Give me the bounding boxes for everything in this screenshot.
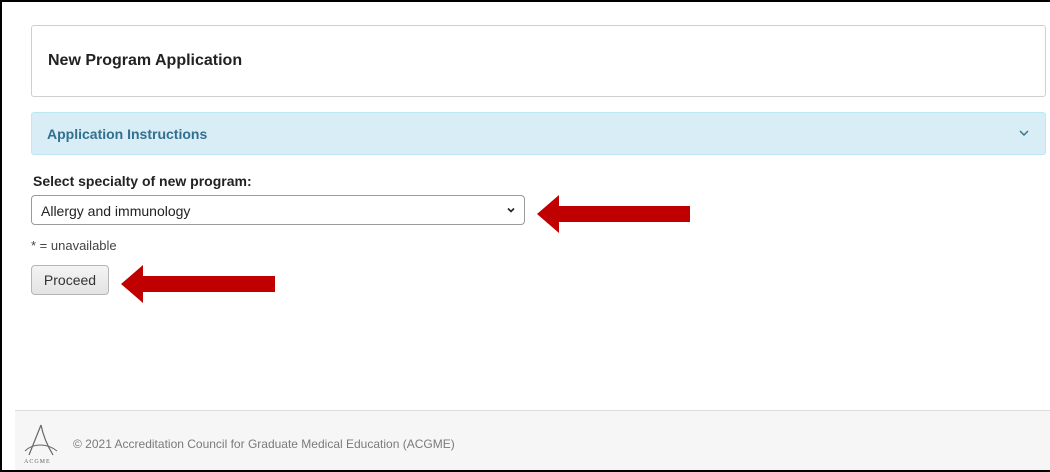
footer-copyright: © 2021 Accreditation Council for Graduat…	[73, 437, 455, 451]
chevron-down-icon	[1019, 130, 1029, 136]
chevron-down-icon	[507, 207, 515, 213]
specialty-label: Select specialty of new program:	[33, 173, 252, 189]
logo-text: ACGME	[24, 459, 51, 465]
page-title: New Program Application	[48, 52, 243, 69]
specialty-select-value: Allergy and immunology	[41, 203, 191, 219]
proceed-button[interactable]: Proceed	[31, 265, 109, 295]
specialty-select[interactable]: Allergy and immunology	[31, 195, 525, 225]
proceed-pointer-arrow	[121, 265, 275, 303]
unavailable-note: * = unavailable	[31, 238, 117, 253]
footer: ACGME © 2021 Accreditation Council for G…	[15, 410, 1050, 470]
application-instructions-toggle[interactable]: Application Instructions	[31, 112, 1046, 155]
instructions-label: Application Instructions	[47, 126, 208, 142]
select-pointer-arrow	[537, 195, 690, 233]
title-panel: New Program Application	[31, 25, 1046, 97]
